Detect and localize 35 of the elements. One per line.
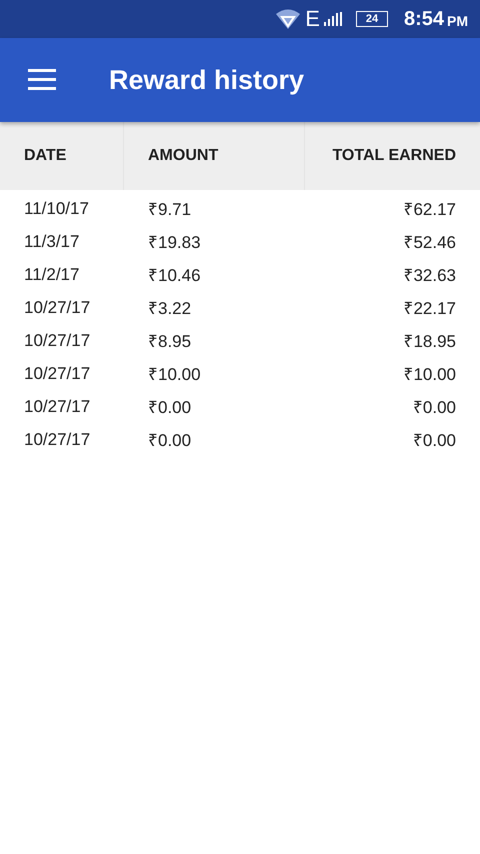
table-cell-text: ₹9.71: [147, 199, 192, 220]
battery-level: 24: [366, 13, 378, 25]
menu-icon[interactable]: [28, 69, 56, 91]
table-cell-text: 10/27/17: [23, 330, 92, 350]
screen-title: Reward history: [109, 64, 304, 96]
table-cell-text: 10/27/17: [23, 430, 92, 450]
table-cell-text: ₹8.95: [147, 331, 192, 352]
table-cell-text: ₹10.00: [147, 364, 202, 385]
table-cell-text: ₹10.46: [147, 265, 202, 286]
table-cell-text: ₹62.17: [402, 199, 457, 220]
table-cell-text: ₹0.00: [412, 397, 457, 418]
table-cell-text: ₹18.95: [402, 331, 457, 352]
table-cell-text: 10/27/17: [23, 364, 92, 384]
signal-icon: [324, 12, 342, 26]
table-cell-text: ₹0.00: [412, 430, 457, 451]
table-cell-text: 11/2/17: [23, 264, 80, 284]
table-cell-text: ₹22.17: [402, 298, 457, 319]
clock-period: PM: [447, 13, 468, 29]
table-cell-text: 11/3/17: [23, 232, 80, 252]
network-type: E: [305, 6, 320, 32]
column-header: AMOUNT: [124, 122, 305, 190]
table-cell-text: 11/10/17: [23, 198, 90, 218]
table-cell-text: ₹0.00: [147, 397, 192, 418]
clock-time: 8:54: [404, 8, 444, 30]
column-header: TOTAL EARNED: [331, 146, 457, 166]
table-cell-text: ₹19.83: [147, 232, 202, 253]
table-cell-text: ₹52.46: [402, 232, 457, 253]
wifi-icon: [275, 8, 302, 30]
table-cell-text: ₹0.00: [147, 430, 192, 451]
table-cell-text: 10/27/17: [23, 396, 92, 416]
table-cell-text: 10/27/17: [23, 298, 92, 318]
table-cell-text: ₹10.00: [402, 364, 457, 385]
column-header: DATE: [0, 122, 124, 190]
table-cell-text: ₹3.22: [147, 298, 192, 319]
table-cell-text: ₹32.63: [402, 265, 457, 286]
